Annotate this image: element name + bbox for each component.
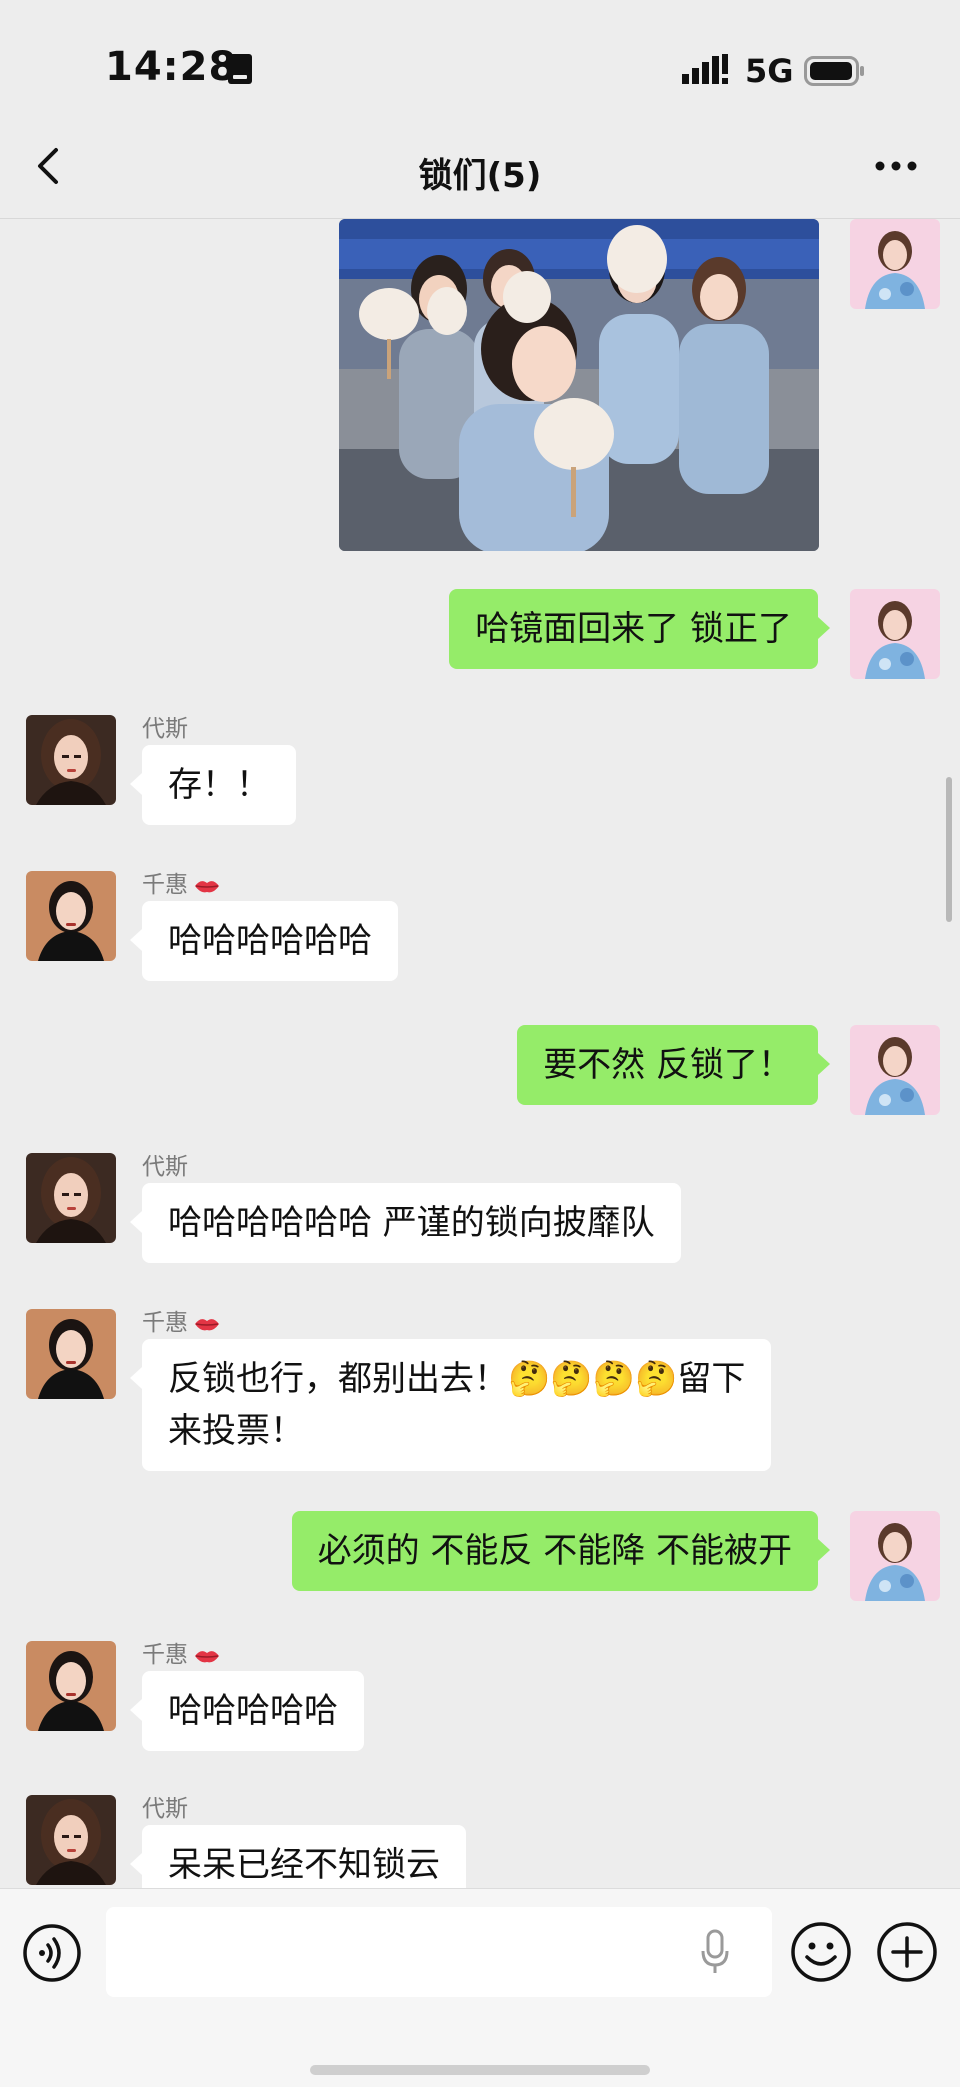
input-bar — [0, 1888, 960, 2087]
sender-name: 代斯 — [142, 1154, 188, 1180]
chat-header: 锁们(5) — [0, 110, 960, 219]
message-text-line: 来投票！ — [168, 1411, 304, 1451]
lips-icon — [195, 1318, 219, 1330]
lips-icon — [195, 1650, 219, 1662]
message-bubble-outgoing[interactable]: 必须的 不能反 不能降 不能被开 — [291, 1511, 831, 1591]
my-avatar[interactable] — [850, 1511, 940, 1601]
message-list[interactable]: 哈镜面回来了 锁正了 代斯 存！！ 千惠 哈哈哈哈哈哈 要不然 反锁了！ 代斯 … — [0, 219, 960, 1888]
signal-icon — [682, 54, 728, 84]
status-bar: 14:28 5G — [0, 0, 960, 110]
sender-avatar-qianhui[interactable] — [26, 1641, 116, 1731]
message-bubble-incoming[interactable]: 哈哈哈哈哈哈 — [130, 901, 398, 981]
home-indicator[interactable] — [310, 2065, 650, 2075]
microphone-icon[interactable] — [700, 1929, 730, 1975]
sender-name-text: 千惠 — [142, 1310, 188, 1336]
network-type: 5G — [745, 52, 794, 90]
my-avatar[interactable] — [850, 589, 940, 679]
sender-name-text: 千惠 — [142, 872, 188, 898]
chat-title[interactable]: 锁们(5) — [0, 148, 960, 197]
my-avatar[interactable] — [850, 1025, 940, 1115]
message-bubble-incoming[interactable]: 反锁也行，都别出去！🤔🤔🤔🤔留下 来投票！ — [129, 1339, 772, 1471]
sender-name: 千惠 — [142, 1635, 220, 1669]
status-time: 14:28 — [105, 44, 238, 90]
message-text-line: 反锁也行，都别出去！🤔🤔🤔🤔留下 — [168, 1359, 746, 1399]
lips-icon — [195, 880, 219, 892]
emoji-icon[interactable] — [790, 1921, 852, 1983]
sender-avatar-qianhui[interactable] — [26, 1309, 116, 1399]
reading-icon — [228, 54, 252, 84]
scrollbar[interactable] — [946, 777, 952, 922]
battery-icon — [804, 56, 864, 86]
message-bubble-incoming[interactable]: 呆呆已经不知锁云 — [130, 1825, 466, 1888]
sender-name-text: 千惠 — [142, 1642, 188, 1668]
message-bubble-outgoing[interactable]: 要不然 反锁了！ — [517, 1025, 830, 1105]
sender-avatar-daisi[interactable] — [26, 715, 116, 805]
message-bubble-incoming[interactable]: 哈哈哈哈哈 — [130, 1671, 364, 1751]
message-bubble-incoming[interactable]: 存！！ — [130, 745, 296, 825]
message-bubble-incoming[interactable]: 哈哈哈哈哈哈 严谨的锁向披靡队 — [130, 1183, 681, 1263]
voice-icon[interactable] — [22, 1923, 82, 1983]
sender-avatar-daisi[interactable] — [26, 1153, 116, 1243]
sender-name: 代斯 — [142, 1796, 188, 1822]
sender-name: 代斯 — [142, 716, 188, 742]
more-dots-icon[interactable] — [874, 160, 918, 172]
sender-avatar-qianhui[interactable] — [26, 871, 116, 961]
photo-message[interactable] — [339, 219, 819, 551]
message-input[interactable] — [106, 1907, 772, 1997]
sender-avatar-daisi[interactable] — [26, 1795, 116, 1885]
plus-icon[interactable] — [876, 1921, 938, 1983]
sender-name: 千惠 — [142, 865, 220, 899]
sender-name: 千惠 — [142, 1303, 220, 1337]
my-avatar[interactable] — [850, 219, 940, 309]
message-bubble-outgoing[interactable]: 哈镜面回来了 锁正了 — [449, 589, 830, 669]
